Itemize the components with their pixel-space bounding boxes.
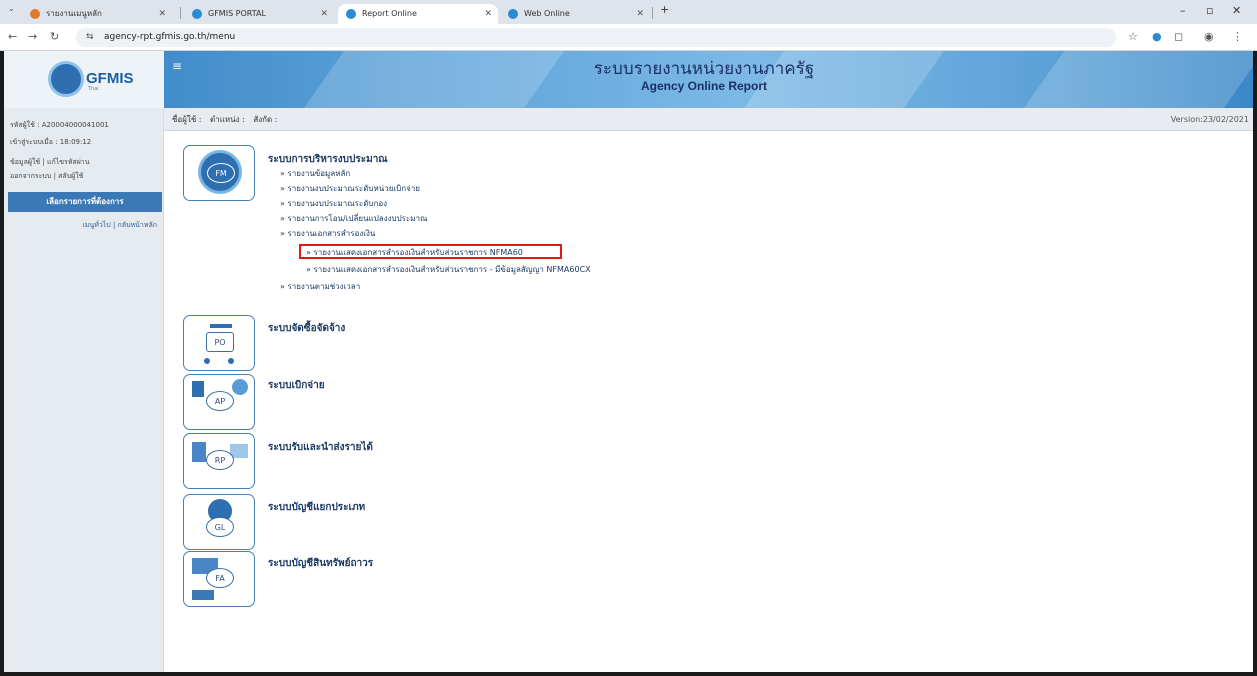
change-password-link[interactable]: แก้ไขรหัสผ่าน <box>47 158 90 166</box>
rp-badge: RP <box>206 450 234 470</box>
pie-chart-icon <box>232 379 248 395</box>
fm-link-budget-transfer[interactable]: » รายงานการโอน/เปลี่ยนแปลงงบประมาณ <box>280 212 427 225</box>
more-menu-icon[interactable]: ⋮ <box>1232 30 1243 43</box>
tab-separator <box>652 7 653 19</box>
link-separator: | <box>112 221 116 229</box>
fm-module-icon[interactable]: FM <box>183 145 255 201</box>
fm-link-period-report[interactable]: » รายงานตามช่วงเวลา <box>280 280 360 293</box>
sidebar-nav-links: เมนูทั่วไป | กลับหน้าหลัก <box>82 220 157 231</box>
user-label: ชื่อผู้ใช้ : <box>172 115 202 124</box>
minimize-icon[interactable]: – <box>1180 4 1186 17</box>
tab-separator <box>180 7 181 19</box>
page-subtitle: Agency Online Report <box>640 79 768 93</box>
address-bar[interactable]: ⇆ agency-rpt.gfmis.go.th/menu <box>76 28 1116 47</box>
po-module-title[interactable]: ระบบจัดซื้อจัดจ้าง <box>268 321 345 336</box>
truck-icon <box>192 590 214 600</box>
gl-module-icon[interactable]: GL <box>183 494 255 550</box>
tab-label: รายงานเมนูหลัก <box>46 9 102 18</box>
link-separator: | <box>42 158 45 166</box>
site-favicon-icon <box>30 9 40 19</box>
close-tab-icon[interactable]: ✕ <box>158 4 166 24</box>
url-text: agency-rpt.gfmis.go.th/menu <box>104 32 236 42</box>
rp-module-icon[interactable]: RP <box>183 433 255 489</box>
fm-link-reserve-documents[interactable]: » รายงานเอกสารสำรองเงิน <box>280 227 375 240</box>
select-menu-button[interactable]: เลือกรายการที่ต้องการ <box>8 192 162 212</box>
profile-link[interactable]: ข้อมูลผู้ใช้ <box>10 158 40 166</box>
fa-module-title[interactable]: ระบบบัญชีสินทรัพย์ถาวร <box>268 556 373 571</box>
gl-badge: GL <box>206 517 234 537</box>
gl-module-title[interactable]: ระบบบัญชีแยกประเภท <box>268 500 365 515</box>
affiliation-label: สังกัด : <box>253 115 278 124</box>
version-text: Version:23/02/2021 <box>1170 115 1249 124</box>
profile-avatar-icon[interactable]: ◉ <box>1204 30 1214 43</box>
restore-icon[interactable]: ▫ <box>1206 4 1213 17</box>
page-title: ระบบรายงานหน่วยงานภาครัฐ <box>593 59 815 78</box>
close-tab-icon[interactable]: ✕ <box>484 4 492 24</box>
reload-icon[interactable]: ↻ <box>50 30 59 43</box>
site-settings-icon[interactable]: ⇆ <box>86 28 94 47</box>
tab-main-menu[interactable]: รายงานเมนูหลัก ✕ <box>22 4 172 24</box>
ap-badge: AP <box>206 391 234 411</box>
tab-gfmis-portal[interactable]: GFMIS PORTAL ✕ <box>184 4 334 24</box>
user-info-bar: ชื่อผู้ใช้ : ตำแหน่ง : สังกัด : Version:… <box>164 108 1253 131</box>
po-badge: PO <box>206 332 234 352</box>
site-favicon-icon <box>508 9 518 19</box>
fm-emblem-icon: FM <box>198 150 242 194</box>
fm-link-master-data[interactable]: » รายงานข้อมูลหลัก <box>280 167 350 180</box>
fm-link-nfma60cx[interactable]: » รายงานแสดงเอกสารสำรองเงินสำหรับส่วนราช… <box>306 263 591 276</box>
fa-badge: FA <box>206 568 234 588</box>
close-tab-icon[interactable]: ✕ <box>636 4 644 24</box>
fm-link-budget-disbursement-unit[interactable]: » รายงานงบประมาณระดับหน่วยเบิกจ่าย <box>280 182 420 195</box>
tab-label: GFMIS PORTAL <box>208 9 266 18</box>
site-favicon-icon <box>192 9 202 19</box>
browser-toolbar: ← → ↻ ⇆ agency-rpt.gfmis.go.th/menu ☆ ● … <box>0 24 1257 51</box>
switch-user-link[interactable]: สลับผู้ใช้ <box>58 172 83 180</box>
home-link[interactable]: กลับหน้าหลัก <box>118 221 157 229</box>
login-time: เข้าสู่ระบบเมื่อ : 18:09:12 <box>10 138 92 146</box>
app-header: GFMIS Thai ≡ ระบบรายงานหน่วยงานภาครัฐ Ag… <box>4 51 1253 108</box>
cart-wheel-icon <box>228 358 234 364</box>
fm-link-nfma60[interactable]: » รายงานแสดงเอกสารสำรองเงินสำหรับส่วนราช… <box>306 246 523 259</box>
rp-module-title[interactable]: ระบบรับและนำส่งรายได้ <box>268 440 373 455</box>
close-window-icon[interactable]: ✕ <box>1232 4 1241 17</box>
tab-label: Web Online <box>524 9 570 18</box>
browser-tab-strip: ⌄ รายงานเมนูหลัก ✕ GFMIS PORTAL ✕ Report… <box>0 0 1257 24</box>
cart-top-icon <box>210 324 232 328</box>
site-favicon-icon <box>346 9 356 19</box>
fm-module-title[interactable]: ระบบการบริหารงบประมาณ <box>268 152 388 167</box>
fa-module-icon[interactable]: FA <box>183 551 255 607</box>
session-links: ออกจากระบบ | สลับผู้ใช้ <box>10 171 83 182</box>
extensions-puzzle-icon[interactable]: ◻ <box>1174 30 1183 43</box>
ap-module-title[interactable]: ระบบเบิกจ่าย <box>268 378 325 393</box>
coin-stack-icon <box>192 442 206 462</box>
new-tab-icon[interactable]: + <box>660 3 669 16</box>
cart-wheel-icon <box>204 358 210 364</box>
user-code: รหัสผู้ใช้ : A20004000041001 <box>10 121 109 129</box>
fm-badge: FM <box>207 163 235 183</box>
ap-module-icon[interactable]: AP <box>183 374 255 430</box>
general-menu-link[interactable]: เมนูทั่วไป <box>82 221 110 229</box>
tab-report-online[interactable]: Report Online ✕ <box>338 4 498 24</box>
bar-chart-icon <box>192 381 204 397</box>
link-separator: | <box>53 172 56 180</box>
tab-search-icon[interactable]: ⌄ <box>8 4 15 13</box>
extension-icon[interactable]: ● <box>1152 30 1162 43</box>
logout-link[interactable]: ออกจากระบบ <box>10 172 51 180</box>
account-links: ข้อมูลผู้ใช้ | แก้ไขรหัสผ่าน <box>10 157 90 168</box>
bookmark-star-icon[interactable]: ☆ <box>1128 30 1138 43</box>
back-icon[interactable]: ← <box>8 30 17 43</box>
tab-web-online[interactable]: Web Online ✕ <box>500 4 650 24</box>
forward-icon[interactable]: → <box>28 30 37 43</box>
sidebar: รหัสผู้ใช้ : A20004000041001 เข้าสู่ระบบ… <box>4 108 164 672</box>
po-module-icon[interactable]: PO <box>183 315 255 371</box>
position-label: ตำแหน่ง : <box>210 115 245 124</box>
fm-link-budget-division[interactable]: » รายงานงบประมาณระดับกอง <box>280 197 387 210</box>
tab-label: Report Online <box>362 9 417 18</box>
close-tab-icon[interactable]: ✕ <box>320 4 328 24</box>
